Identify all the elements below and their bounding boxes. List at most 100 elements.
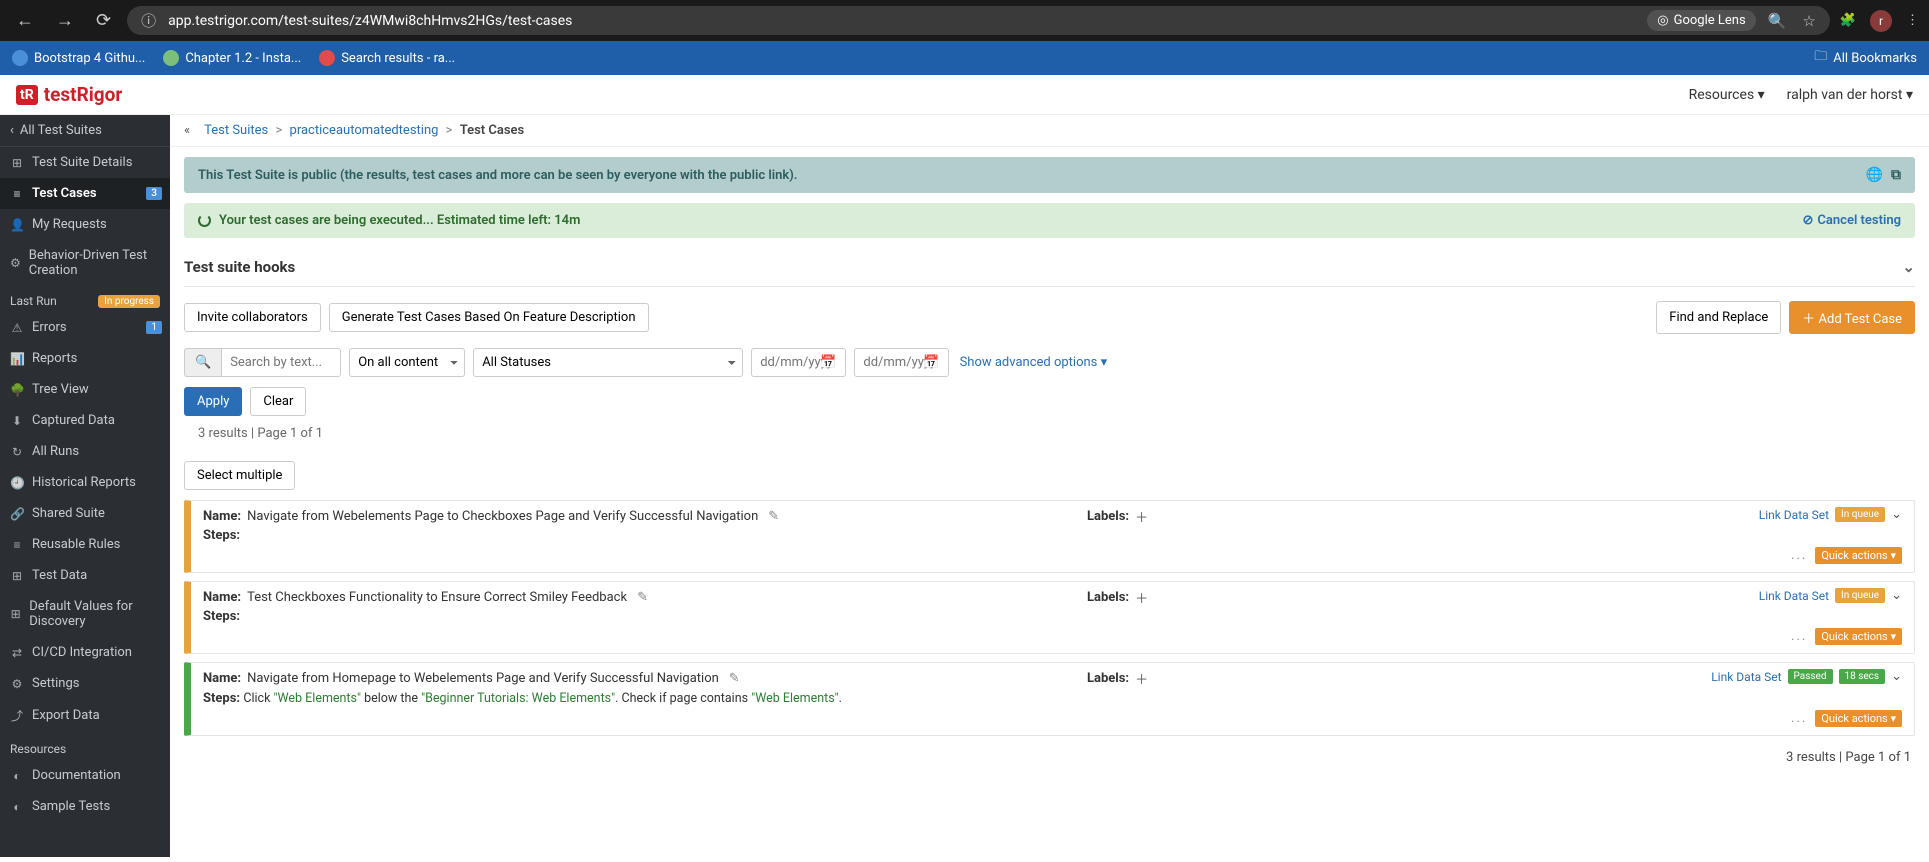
sidebar-item-test-suite-details[interactable]: ⊞Test Suite Details <box>0 147 170 178</box>
name-label: Name: <box>203 509 241 524</box>
in-progress-badge: In progress <box>98 295 160 308</box>
apply-button[interactable]: Apply <box>184 387 242 416</box>
crumb-suite-name[interactable]: practiceautomatedtesting <box>290 123 439 138</box>
edit-icon[interactable]: ✎ <box>768 509 779 524</box>
sidebar: ‹ All Test Suites ⊞Test Suite Details ≡T… <box>0 115 170 857</box>
sidebar-item-test-cases[interactable]: ≡Test Cases3 <box>0 178 170 209</box>
sidebar-back[interactable]: ‹ All Test Suites <box>0 115 170 147</box>
app-logo[interactable]: tR testRigor <box>16 83 122 106</box>
edit-icon[interactable]: ✎ <box>729 671 740 686</box>
sidebar-label: Test Cases <box>32 186 97 201</box>
sidebar-item-documentation[interactable]: ◐Documentation <box>0 760 170 791</box>
calendar-icon[interactable]: 📅 <box>923 355 939 370</box>
google-lens-chip[interactable]: ◎ Google Lens <box>1647 10 1755 31</box>
profile-avatar[interactable]: r <box>1870 10 1892 32</box>
expand-row-icon[interactable]: ⌄ <box>1891 507 1902 522</box>
sidebar-item-test-data[interactable]: ⊞Test Data <box>0 560 170 591</box>
code-string: "Web Elements" <box>751 691 838 706</box>
link-data-set[interactable]: Link Data Set <box>1759 589 1829 603</box>
expand-row-icon[interactable]: ⌄ <box>1891 588 1902 603</box>
code-text: below the <box>361 691 421 706</box>
chart-icon: 📊 <box>10 352 24 366</box>
link-data-set[interactable]: Link Data Set <box>1711 670 1781 684</box>
sidebar-item-cicd[interactable]: ⇄CI/CD Integration <box>0 637 170 668</box>
search-input[interactable] <box>221 348 341 377</box>
status-select[interactable]: All Statuses <box>473 348 743 377</box>
sidebar-item-reports[interactable]: 📊Reports <box>0 343 170 374</box>
clear-button[interactable]: Clear <box>250 387 306 416</box>
sidebar-item-settings[interactable]: ⚙Settings <box>0 668 170 699</box>
generate-test-cases-button[interactable]: Generate Test Cases Based On Feature Des… <box>329 303 649 332</box>
test-case-row: Link Data Set Passed 18 secs ⌄ Name: Nav… <box>184 662 1915 736</box>
all-bookmarks-button[interactable]: 🗀 All Bookmarks <box>1814 47 1917 69</box>
calendar-icon[interactable]: 📅 <box>820 355 836 370</box>
quick-actions-button[interactable]: Quick actions ▾ <box>1815 628 1902 645</box>
logo-text: testRigor <box>44 83 123 106</box>
user-menu[interactable]: ralph van der horst ▾ <box>1787 87 1913 103</box>
sidebar-label: Tree View <box>32 382 89 397</box>
sidebar-item-shared-suite[interactable]: 🔗Shared Suite <box>0 498 170 529</box>
sidebar-item-reusable-rules[interactable]: ≡Reusable Rules <box>0 529 170 560</box>
hooks-section-header[interactable]: Test suite hooks ⌄ <box>184 248 1915 287</box>
labels-label: Labels: <box>1087 509 1129 524</box>
sidebar-item-default-values[interactable]: ⊞Default Values for Discovery <box>0 591 170 637</box>
kebab-menu-icon[interactable]: ⋮ <box>1906 13 1919 28</box>
add-test-case-button[interactable]: ＋ Add Test Case <box>1789 301 1915 334</box>
url-input[interactable] <box>168 13 1639 29</box>
globe-icon[interactable]: 🌐 <box>1866 167 1883 183</box>
select-multiple-button[interactable]: Select multiple <box>184 461 295 490</box>
execution-alert: Your test cases are being executed... Es… <box>184 203 1915 238</box>
quick-actions-button[interactable]: Quick actions ▾ <box>1815 710 1902 727</box>
reload-browser-icon[interactable]: ⟳ <box>90 8 117 33</box>
sidebar-item-all-runs[interactable]: ↻All Runs <box>0 436 170 467</box>
copy-icon[interactable]: ⧉ <box>1891 167 1901 183</box>
toolbar: Invite collaborators Generate Test Cases… <box>184 301 1915 334</box>
sidebar-item-tree-view[interactable]: 🌳Tree View <box>0 374 170 405</box>
more-actions-icon[interactable]: ... <box>1791 711 1807 726</box>
sidebar-item-my-requests[interactable]: 👤My Requests <box>0 209 170 240</box>
results-meta-bottom: 3 results | Page 1 of 1 <box>188 750 1911 765</box>
sidebar-label: All Runs <box>32 444 79 459</box>
add-label-icon[interactable]: ＋ <box>1135 669 1148 688</box>
extensions-icon[interactable]: 🧩 <box>1840 13 1856 28</box>
invite-collaborators-button[interactable]: Invite collaborators <box>184 303 321 332</box>
expand-row-icon[interactable]: ⌄ <box>1891 669 1902 684</box>
more-actions-icon[interactable]: ... <box>1791 548 1807 563</box>
resources-menu[interactable]: Resources ▾ <box>1689 87 1765 103</box>
sidebar-item-errors[interactable]: ⚠Errors1 <box>0 312 170 343</box>
doc-icon: ◐ <box>10 800 24 814</box>
sidebar-item-export-data[interactable]: ⤴Export Data <box>0 699 170 732</box>
bookmark-item[interactable]: Bootstrap 4 Githu... <box>12 50 145 66</box>
add-label-icon[interactable]: ＋ <box>1135 588 1148 607</box>
forward-browser-icon[interactable]: → <box>50 8 80 33</box>
breadcrumb: Test Suites > practiceautomatedtesting >… <box>204 123 524 138</box>
alert-text: This Test Suite is public (the results, … <box>198 168 797 183</box>
address-bar[interactable]: ⓘ ◎ Google Lens 🔍 ☆ <box>127 6 1830 35</box>
sidebar-item-historical-reports[interactable]: 🕘Historical Reports <box>0 467 170 498</box>
add-label-icon[interactable]: ＋ <box>1135 507 1148 526</box>
edit-icon[interactable]: ✎ <box>637 590 648 605</box>
advanced-options-toggle[interactable]: Show advanced options ▾ <box>960 355 1108 370</box>
bookmark-star-icon[interactable]: ☆ <box>1798 12 1819 30</box>
sidebar-item-sample-tests[interactable]: ◐Sample Tests <box>0 791 170 822</box>
more-actions-icon[interactable]: ... <box>1791 629 1807 644</box>
chevron-down-icon[interactable]: ⌄ <box>1902 258 1915 276</box>
user-label: ralph van der horst <box>1787 87 1903 103</box>
sidebar-item-bdt-creation[interactable]: ⚙Behavior-Driven Test Creation <box>0 240 170 286</box>
site-info-icon[interactable]: ⓘ <box>137 10 160 31</box>
content-scope-select[interactable]: On all content <box>349 348 465 377</box>
test-case-name: Test Checkboxes Functionality to Ensure … <box>247 590 627 605</box>
find-replace-button[interactable]: Find and Replace <box>1656 301 1781 334</box>
bookmark-item[interactable]: Chapter 1.2 - Insta... <box>163 50 301 66</box>
results-meta-top: 3 results | Page 1 of 1 <box>184 426 1915 441</box>
collapse-sidebar-icon[interactable]: « <box>184 123 190 138</box>
quick-actions-button[interactable]: Quick actions ▾ <box>1815 547 1902 564</box>
zoom-icon[interactable]: 🔍 <box>1764 12 1791 30</box>
link-data-set[interactable]: Link Data Set <box>1759 508 1829 522</box>
sidebar-item-captured-data[interactable]: ⬇Captured Data <box>0 405 170 436</box>
favicon-icon <box>12 50 28 66</box>
bookmark-item[interactable]: Search results - ra... <box>319 50 455 66</box>
cancel-testing-button[interactable]: ⊘ Cancel testing <box>1803 213 1901 228</box>
back-browser-icon[interactable]: ← <box>10 8 40 33</box>
crumb-test-suites[interactable]: Test Suites <box>204 123 268 138</box>
